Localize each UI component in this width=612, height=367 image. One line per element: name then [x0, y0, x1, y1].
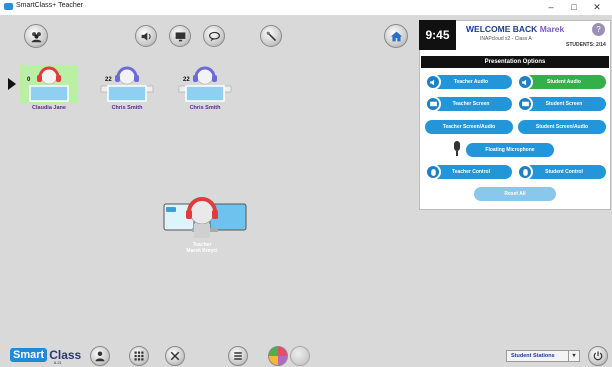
speaker-icon [141, 31, 151, 41]
teacher-name: Marek Kreyci [186, 248, 218, 254]
group-button[interactable] [24, 24, 48, 48]
title-bar: SmartClass+ Teacher – □ ✕ [0, 0, 612, 16]
student-screen-button[interactable]: Student Screen [522, 97, 606, 111]
selection-arrow-icon [8, 78, 16, 90]
close-button[interactable]: ✕ [586, 0, 608, 15]
floating-microphone-button[interactable]: Floating Microphone [466, 143, 554, 157]
presentation-options-header: Presentation Options [421, 56, 609, 68]
color-palette-button[interactable] [268, 346, 288, 366]
logo-smart: Smart [10, 348, 48, 362]
wand-icon [266, 31, 276, 41]
student-avatar [178, 66, 232, 102]
power-button[interactable] [588, 346, 608, 366]
blank-button[interactable] [290, 346, 310, 366]
smartclass-logo: Smart Class [10, 346, 81, 364]
app-icon [4, 3, 13, 10]
power-icon [593, 351, 603, 361]
tools-button[interactable] [260, 25, 282, 47]
station-number: 0 [27, 77, 31, 83]
mouse-icon [517, 164, 533, 180]
welcome-text: WELCOME BACK Marek [466, 24, 564, 34]
student-avatar [100, 66, 154, 102]
user-icon [95, 351, 105, 362]
reset-all-button[interactable]: Reset All [474, 187, 556, 201]
settings-button[interactable] [165, 346, 185, 366]
users-icon [31, 31, 41, 42]
grid-icon [134, 351, 144, 361]
teacher-screen-button[interactable]: Teacher Screen [430, 97, 512, 111]
chat-button[interactable] [203, 25, 225, 47]
minimize-button[interactable]: – [540, 0, 562, 15]
maximize-button[interactable]: □ [563, 0, 585, 15]
teacher-screen-audio-button[interactable]: Teacher Screen/Audio [425, 120, 513, 134]
station-number: 22 [105, 77, 112, 83]
version: 6.21 [54, 360, 62, 365]
teacher-avatar[interactable] [162, 192, 248, 242]
student-screen-audio-button[interactable]: Student Screen/Audio [518, 120, 606, 134]
user-name: Marek [539, 24, 565, 34]
student-name: Chris Smith [189, 105, 221, 111]
class-name: INAPcloud s2 - Class A [480, 36, 532, 42]
student-control-button[interactable]: Student Control [522, 165, 606, 179]
grid-button[interactable] [129, 346, 149, 366]
student-name: Chris Smith [111, 105, 143, 111]
window-title: SmartClass+ Teacher [16, 2, 83, 9]
clock: 9:45 [419, 20, 456, 50]
monitor-icon [517, 96, 533, 112]
students-count: STUDENTS: 2/14 [566, 42, 606, 48]
speaker-icon [517, 74, 533, 90]
user-button[interactable] [90, 346, 110, 366]
teacher-label: Teacher Marek Kreyci [162, 242, 242, 254]
list-icon [234, 352, 242, 360]
teacher-control-button[interactable]: Teacher Control [430, 165, 512, 179]
monitor-icon [425, 96, 441, 112]
stations-label: Student Stations [511, 353, 555, 359]
student-audio-button[interactable]: Student Audio [522, 75, 606, 89]
student-avatar [20, 65, 78, 103]
audio-button[interactable] [135, 25, 157, 47]
teacher-audio-button[interactable]: Teacher Audio [430, 75, 512, 89]
home-icon [390, 31, 402, 41]
student-name: Claudia Jane [32, 105, 66, 111]
microphone-icon [454, 141, 460, 156]
speaker-icon [425, 74, 441, 90]
screen-button[interactable] [169, 25, 191, 47]
monitor-icon [175, 31, 185, 41]
chevron-down-icon[interactable]: ▾ [568, 351, 579, 361]
welcome-prefix: WELCOME BACK [466, 24, 538, 34]
student-stations-select[interactable]: Student Stations ▾ [506, 350, 580, 362]
chat-icon [208, 31, 220, 41]
home-button[interactable] [384, 24, 408, 48]
help-icon[interactable]: ? [592, 23, 605, 36]
station-number: 22 [183, 77, 190, 83]
list-button[interactable] [228, 346, 248, 366]
tools-icon [170, 351, 180, 361]
mouse-icon [425, 164, 441, 180]
